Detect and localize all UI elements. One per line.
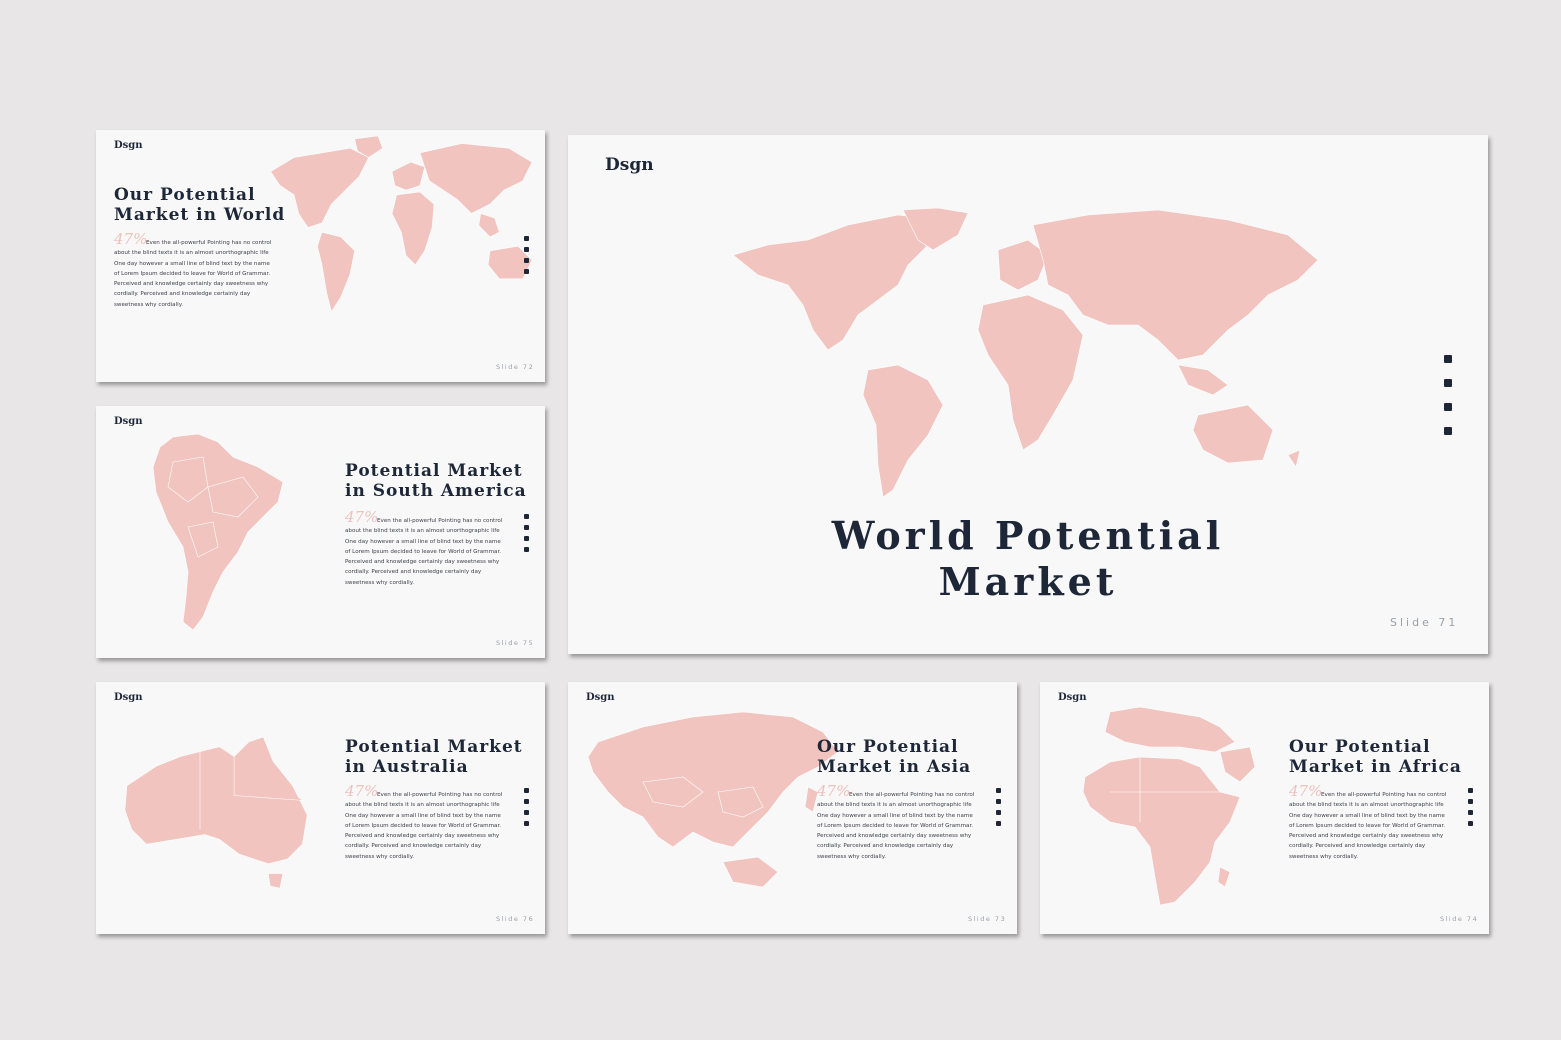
- slide-72-world[interactable]: Dsgn Our Potential Market in World 47% Ev…: [96, 130, 545, 382]
- youtube-icon[interactable]: [1468, 810, 1473, 815]
- twitter-icon[interactable]: [524, 236, 529, 241]
- instagram-icon[interactable]: [524, 799, 529, 804]
- slide-number: Slide 76: [496, 915, 535, 923]
- twitter-icon[interactable]: [1468, 788, 1473, 793]
- slide-75-south-america[interactable]: Dsgn Potential Market in South America 47…: [96, 406, 545, 658]
- africa-map: [1082, 707, 1256, 906]
- slide-title: Our Potential Market in Africa: [1289, 737, 1462, 777]
- behance-icon[interactable]: [524, 821, 529, 826]
- twitter-icon[interactable]: [1444, 355, 1452, 363]
- slide-76-australia[interactable]: Dsgn Potential Market in Australia 47% Ev…: [96, 682, 545, 934]
- social-icons: [524, 236, 529, 274]
- twitter-icon[interactable]: [996, 788, 1001, 793]
- behance-icon[interactable]: [524, 269, 529, 274]
- social-icons: [1468, 788, 1473, 826]
- behance-icon[interactable]: [524, 547, 529, 552]
- logo: Dsgn: [114, 140, 143, 151]
- slide-number: Slide 72: [496, 363, 535, 371]
- social-icons: [1444, 355, 1452, 435]
- slide-number: Slide 71: [1390, 616, 1459, 629]
- twitter-icon[interactable]: [524, 514, 529, 519]
- body-text: Even the all-powerful Pointing has no co…: [817, 792, 975, 860]
- logo: Dsgn: [1058, 692, 1087, 703]
- slide-71-world-potential-market[interactable]: Dsgn World Potential Market Slide 71: [568, 135, 1488, 654]
- twitter-icon[interactable]: [524, 788, 529, 793]
- slide-number: Slide 73: [968, 915, 1007, 923]
- body-text: Even the all-powerful Pointing has no co…: [1289, 792, 1447, 860]
- instagram-icon[interactable]: [1444, 379, 1452, 387]
- youtube-icon[interactable]: [524, 258, 529, 263]
- slide-73-asia[interactable]: Dsgn Our Potential Market in Asia 47% Eve…: [568, 682, 1017, 934]
- logo: Dsgn: [114, 416, 143, 427]
- slide-title: World Potential Market: [831, 513, 1225, 604]
- world-map: [270, 135, 533, 313]
- slide-number: Slide 74: [1440, 915, 1479, 923]
- instagram-icon[interactable]: [996, 799, 1001, 804]
- asia-map: [587, 711, 839, 888]
- body-text: Even the all-powerful Pointing has no co…: [345, 792, 503, 860]
- social-icons: [996, 788, 1001, 826]
- body-text: Even the all-powerful Pointing has no co…: [345, 518, 503, 586]
- slide-number: Slide 75: [496, 639, 535, 647]
- world-map-large: [732, 207, 1319, 498]
- youtube-icon[interactable]: [524, 810, 529, 815]
- instagram-icon[interactable]: [524, 525, 529, 530]
- south-america-map: [152, 433, 284, 631]
- slide-title: Potential Market in Australia: [345, 737, 523, 777]
- instagram-icon[interactable]: [524, 247, 529, 252]
- logo: Dsgn: [605, 155, 654, 175]
- australia-map: [124, 736, 308, 889]
- behance-icon[interactable]: [1444, 427, 1452, 435]
- logo: Dsgn: [114, 692, 143, 703]
- youtube-icon[interactable]: [524, 536, 529, 541]
- instagram-icon[interactable]: [1468, 799, 1473, 804]
- slide-title: Potential Market in South America: [345, 461, 527, 501]
- social-icons: [524, 514, 529, 552]
- behance-icon[interactable]: [996, 821, 1001, 826]
- behance-icon[interactable]: [1468, 821, 1473, 826]
- slide-title: Our Potential Market in World: [114, 185, 286, 225]
- youtube-icon[interactable]: [1444, 403, 1452, 411]
- youtube-icon[interactable]: [996, 810, 1001, 815]
- slide-74-africa[interactable]: Dsgn Our Potential Market in Africa 47% E…: [1040, 682, 1489, 934]
- slide-title: Our Potential Market in Asia: [817, 737, 972, 777]
- social-icons: [524, 788, 529, 826]
- body-text: Even the all-powerful Pointing has no co…: [114, 240, 272, 308]
